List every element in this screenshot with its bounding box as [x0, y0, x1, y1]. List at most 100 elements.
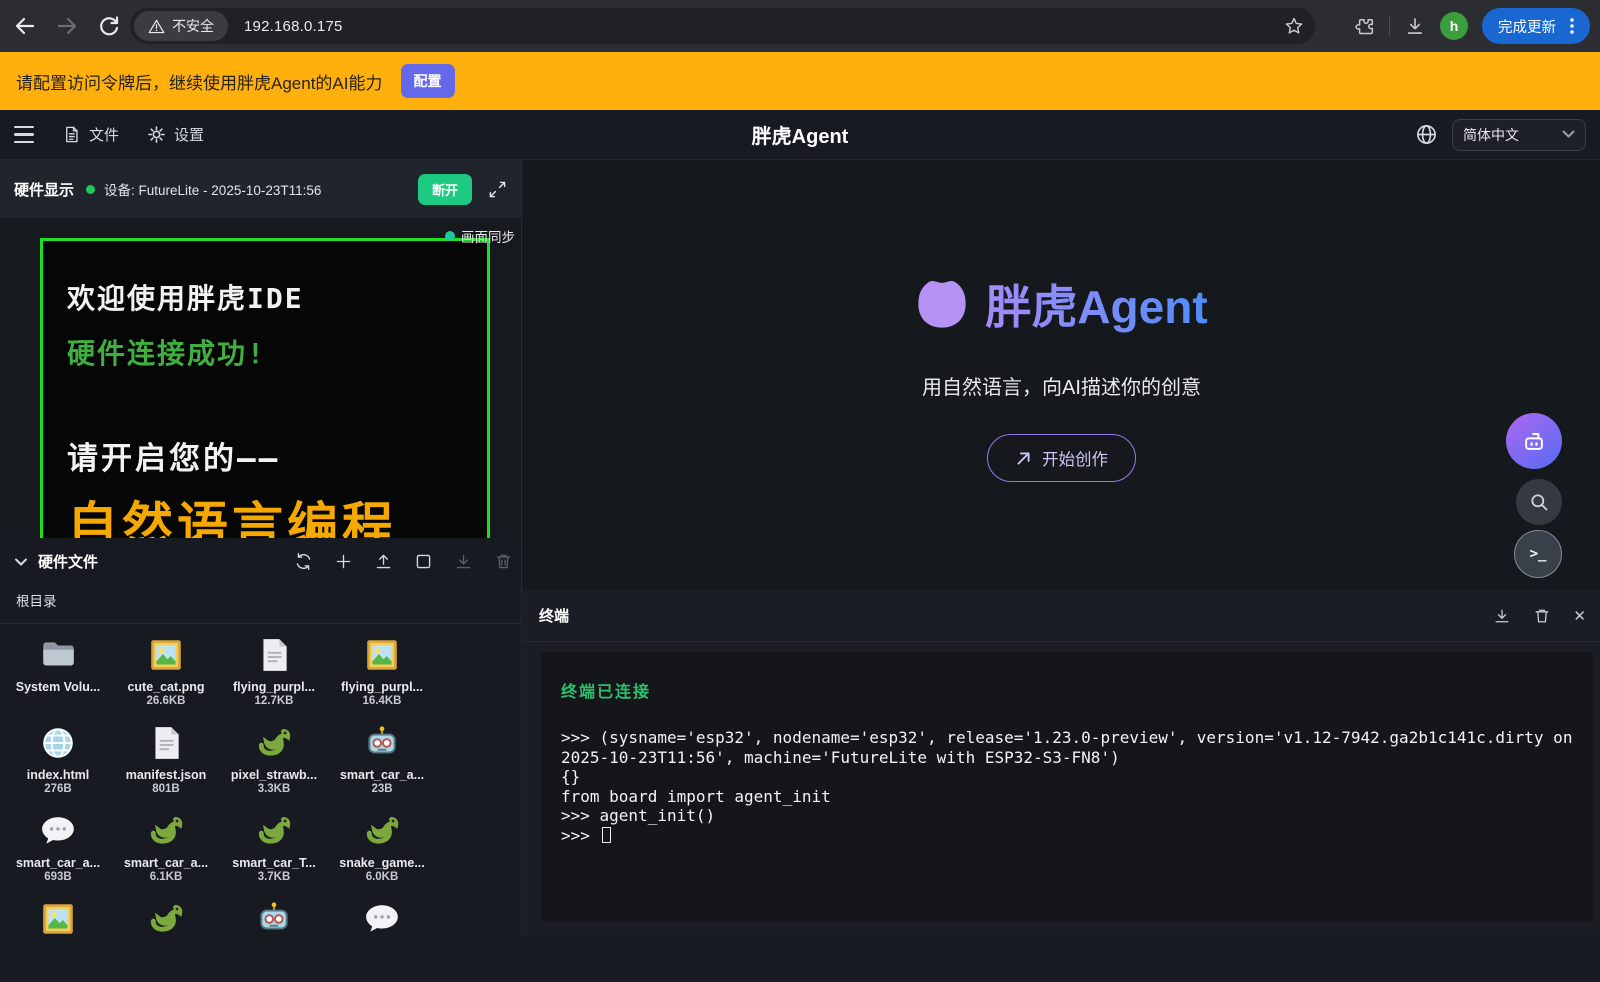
extensions-icon[interactable] — [1353, 15, 1375, 37]
file-name: smart_car_a... — [340, 768, 424, 782]
collapse-chevron-icon[interactable] — [14, 557, 28, 567]
snake-file-icon — [147, 900, 185, 938]
app-header: 文件 设置 胖虎Agent 简体中文 — [0, 110, 1600, 160]
language-select[interactable]: 简体中文 — [1452, 119, 1586, 151]
file-item[interactable] — [112, 894, 220, 982]
screen-text-line: 请开启您的—— — [67, 433, 280, 478]
device-screen-preview: 欢迎使用胖虎IDE硬件连接成功!请开启您的——自然语言编程 — [40, 238, 490, 538]
main-content: 胖虎Agent 用自然语言，向AI描述你的创意 开始创作 — [523, 161, 1600, 590]
security-chip[interactable]: 不安全 — [134, 11, 228, 41]
terminal-lines: >>> (sysname='esp32', nodename='esp32', … — [561, 728, 1573, 845]
hamburger-menu-icon[interactable] — [14, 126, 34, 143]
file-item[interactable]: smart_car_a...6.1KB — [112, 806, 220, 894]
terminal-line: >>> (sysname='esp32', nodename='esp32', … — [561, 728, 1573, 767]
file-item[interactable] — [4, 894, 112, 982]
file-item[interactable]: smart_car_T...3.7KB — [220, 806, 328, 894]
file-name: flying_purpl... — [233, 680, 315, 694]
globe-file-icon — [39, 724, 77, 762]
file-size: 3.7KB — [258, 871, 291, 883]
file-name: smart_car_T... — [232, 856, 315, 870]
file-name: smart_car_a... — [124, 856, 208, 870]
address-bar[interactable]: 不安全 192.168.0.175 — [130, 8, 1315, 44]
file-item[interactable]: snake_game...6.0KB — [328, 806, 436, 894]
file-item[interactable]: System Volu... — [4, 630, 112, 718]
ai-assistant-button[interactable] — [1506, 413, 1562, 469]
file-item[interactable] — [220, 894, 328, 982]
file-size: 16.4KB — [363, 695, 402, 707]
terminal-status: 终端已连接 — [561, 678, 1573, 702]
terminal-clear-icon[interactable] — [1533, 607, 1551, 625]
start-creating-label: 开始创作 — [1042, 446, 1108, 470]
file-item[interactable]: flying_purpl...16.4KB — [328, 630, 436, 718]
profile-avatar[interactable]: h — [1440, 12, 1468, 40]
hardware-display-title: 硬件显示 — [14, 179, 74, 200]
terminal-close-icon[interactable]: ✕ — [1573, 607, 1586, 625]
banner-message: 请配置访问令牌后，继续使用胖虎Agent的AI能力 — [16, 69, 383, 94]
terminal-panel: 终端 ✕ 终端已连接 >>> (sysname='esp32', nodenam… — [523, 590, 1600, 937]
update-label: 完成更新 — [1498, 16, 1556, 37]
file-size: 12.7KB — [255, 695, 294, 707]
back-button[interactable] — [8, 9, 42, 43]
device-label: 设备: FutureLite - 2025-10-23T11:56 — [104, 179, 418, 199]
terminal-prompt-icon: >_ — [1530, 546, 1547, 562]
screen-text-line: 自然语言编程 — [67, 485, 397, 538]
file-item[interactable]: smart_car_a...693B — [4, 806, 112, 894]
file-item[interactable] — [328, 894, 436, 982]
forward-button[interactable] — [50, 9, 84, 43]
snake-file-icon — [363, 812, 401, 850]
hero-subtitle: 用自然语言，向AI描述你的创意 — [922, 371, 1201, 400]
security-label: 不安全 — [172, 16, 214, 36]
upload-file-icon[interactable] — [374, 552, 393, 571]
bookmark-star-icon[interactable] — [1283, 15, 1305, 37]
screen-sync-label: 画面同步 — [445, 226, 515, 246]
refresh-files-icon[interactable] — [294, 552, 313, 571]
search-button[interactable] — [1516, 479, 1562, 525]
file-name: cute_cat.png — [127, 680, 204, 694]
reload-button[interactable] — [92, 9, 126, 43]
file-name: index.html — [27, 768, 90, 782]
menu-file[interactable]: 文件 — [62, 124, 119, 145]
file-name: smart_car_a... — [16, 856, 100, 870]
file-name: manifest.json — [126, 768, 207, 782]
file-item[interactable]: manifest.json801B — [112, 718, 220, 806]
file-item[interactable]: flying_purpl...12.7KB — [220, 630, 328, 718]
image-file-icon — [147, 636, 185, 674]
files-divider — [0, 623, 521, 624]
file-item[interactable]: smart_car_a...23B — [328, 718, 436, 806]
download-files-icon[interactable] — [454, 552, 473, 571]
hero-title: 胖虎Agent — [985, 271, 1207, 337]
token-banner: 请配置访问令牌后，继续使用胖虎Agent的AI能力 配置 — [0, 52, 1600, 110]
menu-settings[interactable]: 设置 — [147, 124, 204, 145]
browser-toolbar: 不安全 192.168.0.175 h 完成更新 — [0, 0, 1600, 52]
panghu-logo-icon — [915, 277, 969, 331]
expand-icon[interactable] — [488, 180, 507, 199]
select-files-icon[interactable] — [414, 552, 433, 571]
configure-button[interactable]: 配置 — [401, 64, 455, 98]
terminal-line: >>> agent_init() — [561, 806, 1573, 826]
terminal-download-icon[interactable] — [1493, 607, 1511, 625]
arrow-up-right-icon — [1015, 450, 1032, 467]
disconnect-button[interactable]: 断开 — [418, 174, 472, 205]
file-size: 6.0KB — [366, 871, 399, 883]
start-creating-button[interactable]: 开始创作 — [987, 434, 1136, 482]
file-item[interactable]: cute_cat.png26.6KB — [112, 630, 220, 718]
screen-text-line: 欢迎使用胖虎IDE — [67, 277, 304, 317]
terminal-toggle-button[interactable]: >_ — [1514, 530, 1562, 578]
sync-label-text: 画面同步 — [461, 226, 515, 246]
delete-files-icon[interactable] — [494, 552, 513, 571]
connection-status-dot — [86, 185, 95, 194]
app-title: 胖虎Agent — [0, 120, 1600, 149]
snake-file-icon — [147, 812, 185, 850]
chrome-update-button[interactable]: 完成更新 — [1482, 8, 1590, 44]
file-item[interactable]: pixel_strawb...3.3KB — [220, 718, 328, 806]
terminal-output[interactable]: 终端已连接 >>> (sysname='esp32', nodename='es… — [541, 652, 1593, 922]
file-size: 26.6KB — [147, 695, 186, 707]
downloads-icon[interactable] — [1404, 15, 1426, 37]
globe-icon[interactable] — [1415, 123, 1438, 146]
new-file-icon[interactable] — [334, 552, 353, 571]
hardware-display-header: 硬件显示 设备: FutureLite - 2025-10-23T11:56 断… — [0, 160, 521, 218]
file-item[interactable]: index.html276B — [4, 718, 112, 806]
hardware-files-toolbar: 硬件文件 — [0, 538, 521, 585]
left-panel: 硬件显示 设备: FutureLite - 2025-10-23T11:56 断… — [0, 160, 522, 937]
snake-file-icon — [255, 724, 293, 762]
